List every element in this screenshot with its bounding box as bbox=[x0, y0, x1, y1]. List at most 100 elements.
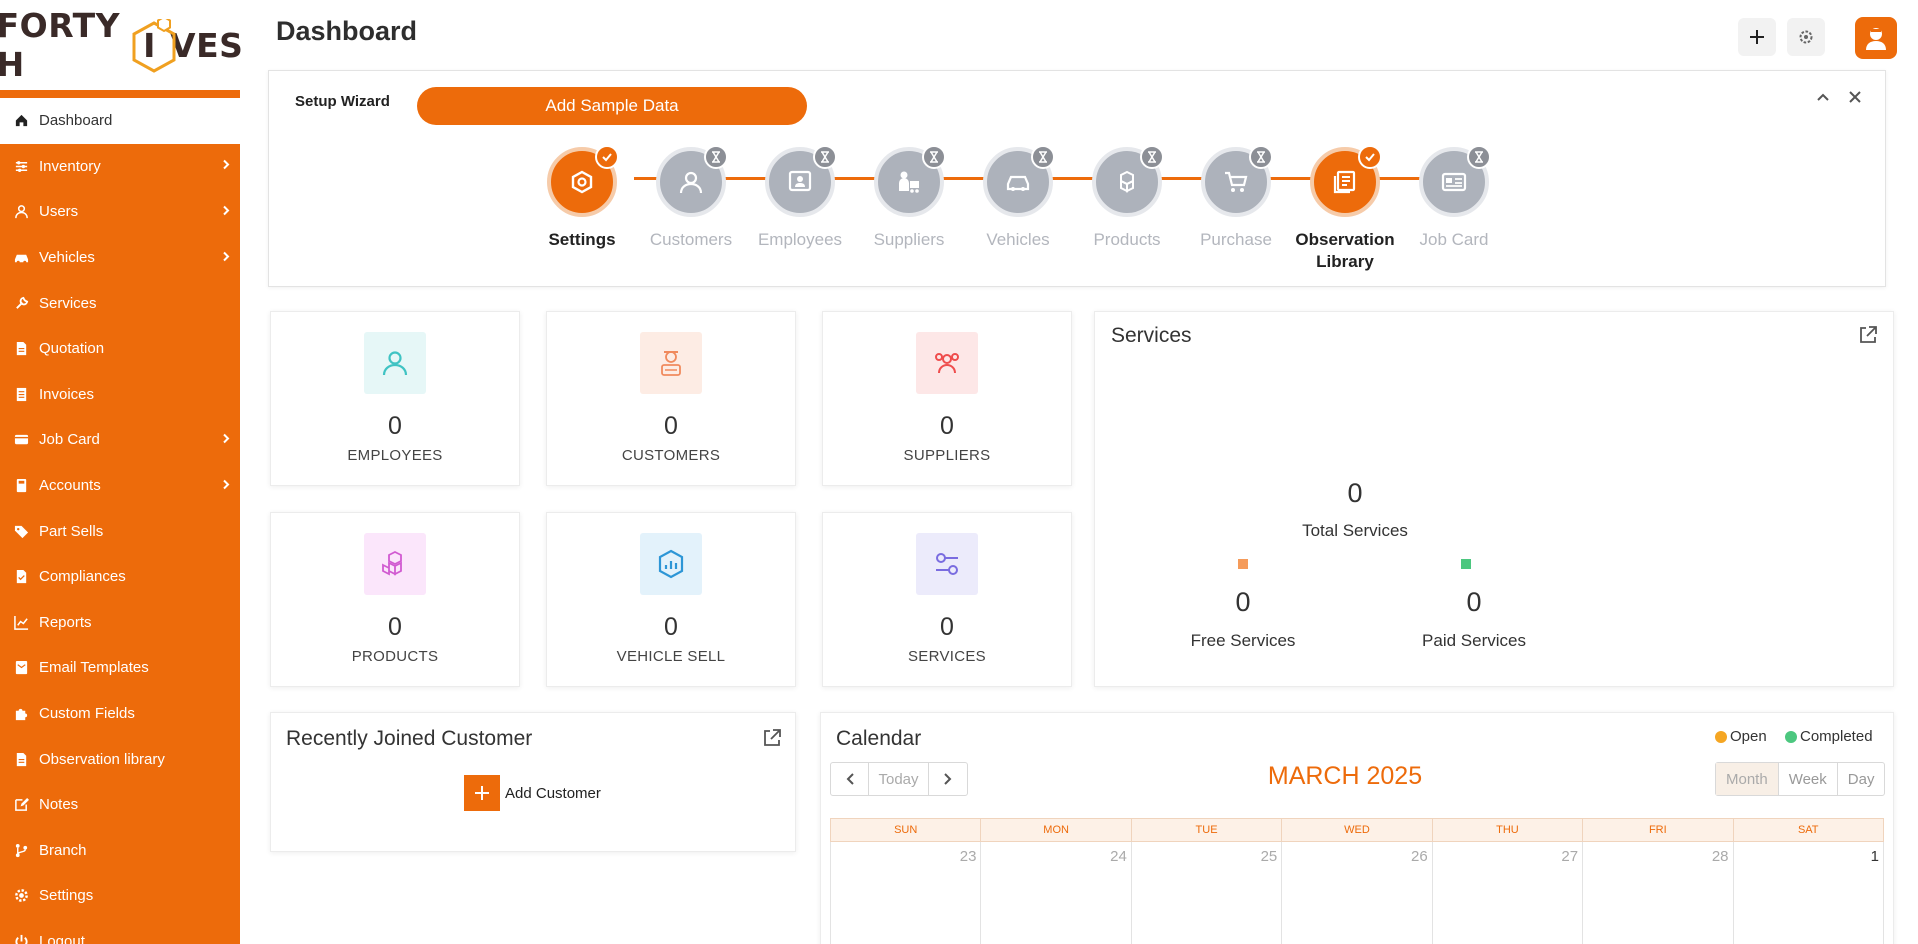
sidebar-item-label: Services bbox=[39, 294, 97, 312]
calendar-day-cell[interactable]: 26 bbox=[1281, 842, 1431, 944]
sidebar-item-accounts[interactable]: Accounts bbox=[0, 463, 240, 509]
sidebar-item-label: Compliances bbox=[39, 568, 126, 586]
step-circle bbox=[765, 145, 837, 217]
sidebar-item-compliances[interactable]: Compliances bbox=[0, 554, 240, 600]
hourglass-icon bbox=[1140, 145, 1164, 169]
wizard-step-employees[interactable]: Employees bbox=[745, 145, 855, 251]
wizard-step-purchase[interactable]: Purchase bbox=[1181, 145, 1291, 251]
sidebar-item-label: Accounts bbox=[39, 477, 101, 495]
stat-value: 0 bbox=[940, 412, 954, 440]
calendar-day-cell[interactable]: 24 bbox=[980, 842, 1130, 944]
sidebar-item-label: Quotation bbox=[39, 340, 105, 358]
step-label: Employees bbox=[757, 230, 843, 249]
step-label: Vehicles bbox=[986, 230, 1050, 249]
sidebar-nav: Dashboard Inventory Users Vehicles Services Q… bbox=[0, 98, 240, 944]
wizard-step-job-card[interactable]: Job Card bbox=[1399, 145, 1509, 251]
sidebar-item-inventory[interactable]: Inventory bbox=[0, 144, 240, 190]
collapse-wizard-button[interactable] bbox=[1811, 85, 1835, 109]
close-wizard-button[interactable] bbox=[1843, 85, 1867, 109]
hourglass-icon bbox=[704, 145, 728, 169]
stat-card-employees[interactable]: 0 EMPLOYEES bbox=[270, 311, 520, 486]
customer-icon bbox=[679, 171, 703, 194]
sidebar-item-part-sells[interactable]: Part Sells bbox=[0, 508, 240, 554]
total-services-value: 0 bbox=[1347, 478, 1363, 508]
wizard-step-customers[interactable]: Customers bbox=[636, 145, 746, 251]
stat-card-vehicle-sell[interactable]: 0 VEHICLE SELL bbox=[546, 512, 796, 687]
next-month-button[interactable] bbox=[929, 763, 967, 795]
step-circle bbox=[874, 145, 946, 217]
weekday-header: WED bbox=[1281, 819, 1431, 841]
calendar-day-cell[interactable]: 27 bbox=[1431, 842, 1582, 944]
stat-card-suppliers[interactable]: 0 SUPPLIERS bbox=[822, 311, 1072, 486]
today-button[interactable]: Today bbox=[869, 763, 929, 795]
chevron-right-icon bbox=[222, 477, 230, 494]
sidebar-item-users[interactable]: Users bbox=[0, 189, 240, 235]
free-services-marker bbox=[1238, 559, 1248, 569]
add-sample-data-button[interactable]: Add Sample Data bbox=[417, 87, 807, 125]
tag-icon bbox=[13, 523, 29, 539]
brand-logo[interactable]: FORTY H I VES bbox=[0, 0, 244, 90]
calendar-day-cell[interactable]: 1 bbox=[1732, 842, 1883, 944]
wizard-step-suppliers[interactable]: Suppliers bbox=[854, 145, 964, 251]
stat-card-services[interactable]: 0 SERVICES bbox=[822, 512, 1072, 687]
calendar-weekday-header: SUN MON TUE WED THU FRI SAT bbox=[830, 818, 1884, 842]
view-day-button[interactable]: Day bbox=[1836, 763, 1885, 795]
sidebar-item-invoices[interactable]: Invoices bbox=[0, 372, 240, 418]
logo-text-right: VES bbox=[170, 25, 244, 65]
sidebar-item-observation-library[interactable]: Observation library bbox=[0, 736, 240, 782]
step-circle bbox=[547, 145, 619, 217]
view-month-button[interactable]: Month bbox=[1716, 763, 1778, 795]
sidebar-item-branch[interactable]: Branch bbox=[0, 828, 240, 874]
external-link-icon[interactable] bbox=[1857, 324, 1879, 346]
add-customer-button[interactable]: Add Customer bbox=[464, 775, 601, 811]
wizard-step-vehicles[interactable]: Vehicles bbox=[963, 145, 1073, 251]
stat-value: 0 bbox=[388, 613, 402, 641]
edit-icon bbox=[13, 797, 29, 813]
view-week-button[interactable]: Week bbox=[1777, 763, 1837, 795]
stat-card-products[interactable]: 0 PRODUCTS bbox=[270, 512, 520, 687]
sidebar-item-label: Custom Fields bbox=[39, 705, 135, 723]
sidebar-item-job-card[interactable]: Job Card bbox=[0, 417, 240, 463]
sidebar-item-label: Invoices bbox=[39, 385, 95, 403]
sidebar-item-notes[interactable]: Notes bbox=[0, 782, 240, 828]
sidebar-item-logout[interactable]: Logout bbox=[0, 919, 240, 944]
sidebar-item-quotation[interactable]: Quotation bbox=[0, 326, 240, 372]
recent-customers-title: Recently Joined Customer bbox=[286, 727, 533, 750]
sidebar-item-settings[interactable]: Settings bbox=[0, 873, 240, 919]
weekday-header: THU bbox=[1431, 819, 1582, 841]
calendar-day-cell[interactable]: 23 bbox=[831, 842, 980, 944]
user-icon bbox=[13, 204, 29, 220]
wizard-step-settings[interactable]: Settings bbox=[527, 145, 637, 251]
user-avatar[interactable] bbox=[1855, 17, 1897, 59]
sidebar-item-reports[interactable]: Reports bbox=[0, 600, 240, 646]
sidebar-item-custom-fields[interactable]: Custom Fields bbox=[0, 691, 240, 737]
calendar-nav: Today bbox=[830, 762, 968, 796]
settings-button[interactable] bbox=[1787, 18, 1825, 56]
sidebar-item-label: Users bbox=[39, 203, 79, 221]
wizard-step-observation-library[interactable]: Observation Library bbox=[1290, 145, 1400, 273]
sidebar-item-email-templates[interactable]: Email Templates bbox=[0, 645, 240, 691]
external-link-icon[interactable] bbox=[761, 727, 783, 749]
step-circle bbox=[1419, 145, 1491, 217]
hourglass-icon bbox=[1031, 145, 1055, 169]
sidebar-item-vehicles[interactable]: Vehicles bbox=[0, 235, 240, 281]
sidebar-item-dashboard[interactable]: Dashboard bbox=[0, 98, 240, 144]
supplier-icon bbox=[899, 171, 919, 193]
wizard-step-products[interactable]: Products bbox=[1072, 145, 1182, 251]
calendar-day-cell[interactable]: 28 bbox=[1582, 842, 1732, 944]
prev-month-button[interactable] bbox=[831, 763, 869, 795]
chevron-left-icon bbox=[846, 773, 854, 785]
branch-icon bbox=[13, 842, 29, 858]
stat-label: CUSTOMERS bbox=[621, 447, 721, 464]
supplier-group-icon bbox=[916, 332, 978, 394]
add-button[interactable] bbox=[1738, 18, 1776, 56]
step-label: Observation Library bbox=[1295, 230, 1395, 271]
sidebar-item-services[interactable]: Services bbox=[0, 280, 240, 326]
sidebar-item-label: Branch bbox=[39, 841, 87, 859]
chevron-right-icon bbox=[944, 773, 952, 785]
chevron-right-icon bbox=[222, 431, 230, 448]
calendar-day-cell[interactable]: 25 bbox=[1130, 842, 1281, 944]
car-icon bbox=[1006, 175, 1030, 191]
stat-card-customers[interactable]: 0 CUSTOMERS bbox=[546, 311, 796, 486]
stat-value: 0 bbox=[664, 613, 678, 641]
